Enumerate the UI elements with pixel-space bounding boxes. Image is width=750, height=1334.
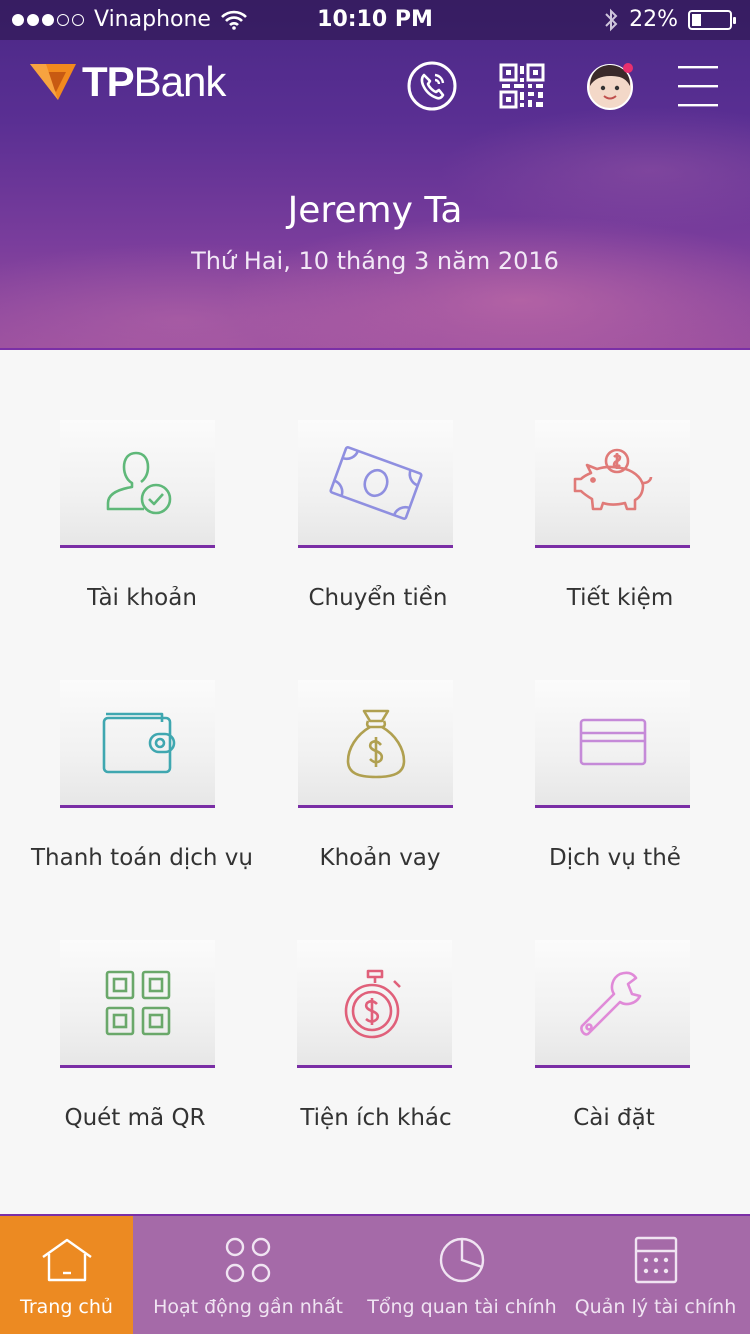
savings-tile[interactable]: [535, 420, 690, 548]
recent-activity-icon: [225, 1237, 271, 1283]
card-service-tile[interactable]: [535, 680, 690, 808]
phone-icon: [407, 61, 457, 111]
qr-scan-tile[interactable]: [60, 940, 215, 1068]
tab-label-recent-activity: Hoạt động gần nhất: [153, 1296, 343, 1318]
tab-home[interactable]: Trang chủ: [0, 1216, 133, 1334]
phone-button[interactable]: [404, 58, 460, 114]
settings-tile[interactable]: [535, 940, 690, 1068]
menu-label-card-service: Dịch vụ thẻ: [549, 845, 681, 871]
tpbank-logo: TPBank: [28, 58, 227, 106]
menu-button[interactable]: [670, 58, 726, 114]
menu-label-transfer: Chuyển tiền: [308, 585, 448, 611]
money-bill-icon: [328, 445, 423, 520]
wrench-icon: [579, 971, 641, 1036]
user-name: Jeremy Ta: [287, 190, 463, 231]
tab-financial-management[interactable]: Quản lý tài chính: [561, 1216, 750, 1334]
menu-label-savings: Tiết kiệm: [566, 585, 674, 611]
qr-code-icon: [499, 63, 545, 109]
piggy-bank-icon: [573, 448, 652, 510]
battery-icon: [688, 9, 736, 30]
tab-label-home: Trang chủ: [20, 1296, 113, 1318]
account-tile[interactable]: [60, 420, 215, 548]
tab-label-financial-management: Quản lý tài chính: [574, 1296, 737, 1318]
tab-financial-overview[interactable]: Tổng quan tài chính: [363, 1216, 561, 1334]
menu-label-loan: Khoản vay: [319, 845, 441, 871]
stopwatch-dollar-icon: [344, 969, 401, 1038]
bottom-tab-bar: Trang chủ Hoạt động gần nhất Tổng quan t…: [0, 1214, 750, 1334]
money-bag-icon: [346, 709, 405, 778]
menu-label-qr-scan: Quét mã QR: [64, 1105, 206, 1131]
bluetooth-icon: [605, 8, 618, 31]
home-icon: [41, 1238, 92, 1282]
qr-code-button[interactable]: [494, 58, 550, 114]
current-date: Thứ Hai, 10 tháng 3 năm 2016: [191, 247, 559, 275]
credit-card-icon: [579, 718, 646, 765]
pie-chart-icon: [439, 1237, 485, 1283]
wallet-icon: [102, 712, 175, 773]
battery-percent: 22%: [629, 7, 678, 32]
loan-tile[interactable]: [298, 680, 453, 808]
calculator-icon: [634, 1236, 677, 1284]
header-banner: Vinaphone 10:10 PM 22% TPBank Jeremy Ta …: [0, 0, 750, 350]
transfer-tile[interactable]: [298, 420, 453, 548]
avatar[interactable]: [582, 58, 638, 114]
account-user-check-icon: [106, 451, 171, 514]
menu-label-other-utilities: Tiện ích khác: [300, 1105, 452, 1131]
tab-recent-activity[interactable]: Hoạt động gần nhất: [133, 1216, 363, 1334]
tpbank-logo-mark-icon: [30, 64, 76, 100]
logo-text-bold: TP: [82, 58, 135, 105]
bill-payment-tile[interactable]: [60, 680, 215, 808]
menu-label-bill-payment: Thanh toán dịch vụ: [31, 845, 253, 871]
menu-label-settings: Cài đặt: [573, 1105, 655, 1131]
qr-scan-icon: [105, 970, 170, 1035]
status-bar: Vinaphone 10:10 PM 22%: [0, 0, 750, 40]
menu-label-account: Tài khoản: [87, 585, 197, 611]
other-utilities-tile[interactable]: [297, 940, 452, 1068]
hamburger-menu-icon: [678, 66, 718, 107]
logo-text-regular: Bank: [133, 58, 227, 105]
user-avatar-icon: [587, 63, 633, 110]
tab-label-financial-overview: Tổng quan tài chính: [367, 1296, 557, 1318]
